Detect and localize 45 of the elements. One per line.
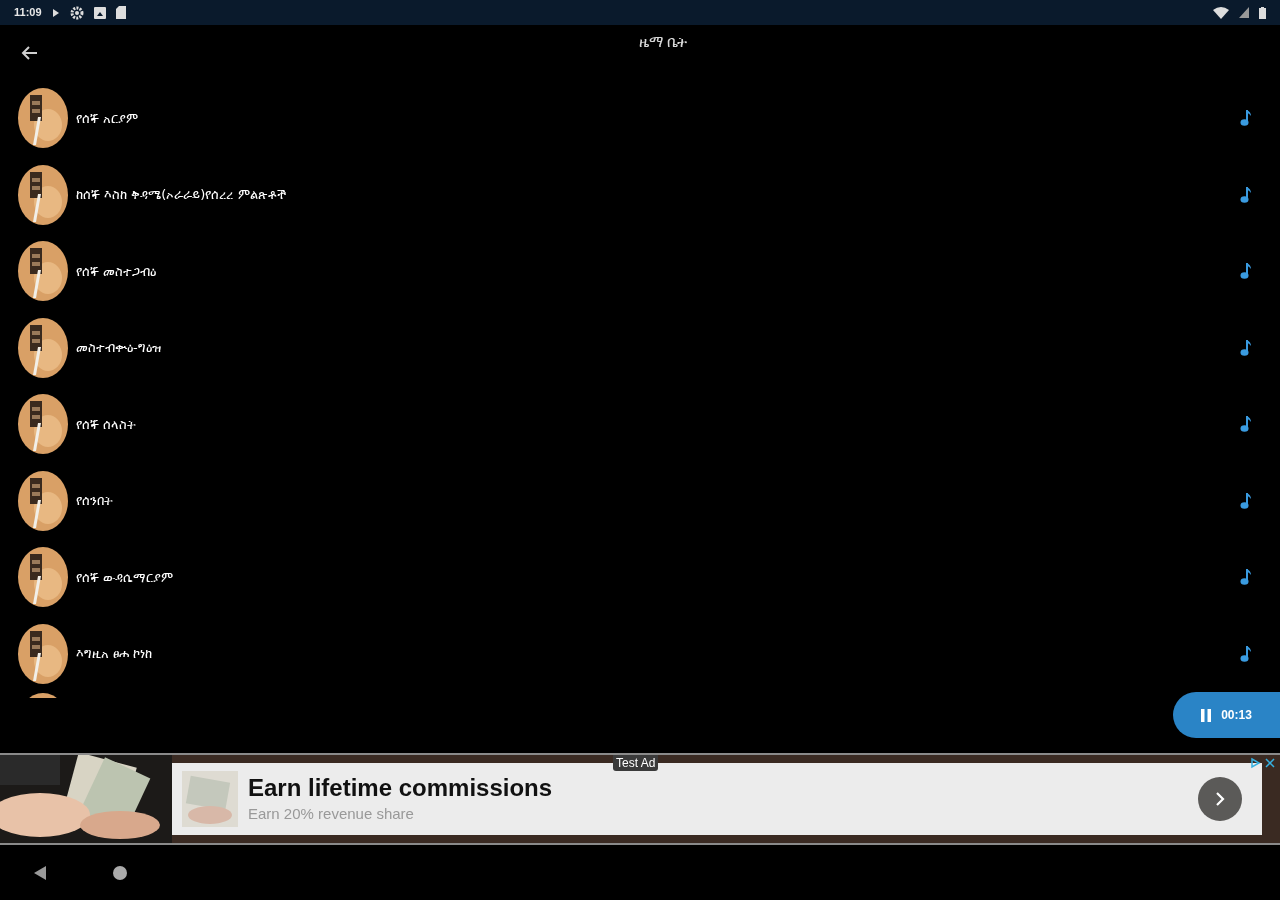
signal-icon	[1239, 7, 1249, 18]
nav-home-icon[interactable]	[112, 864, 128, 881]
page-title: ዜማ ቤት	[638, 32, 688, 53]
battery-icon	[1259, 6, 1266, 19]
song-title: የሰንበት	[76, 492, 113, 510]
ad-subtitle: Earn 20% revenue share	[248, 803, 415, 824]
song-row[interactable]: የሰኞ መስተጋብዕ	[0, 233, 1280, 310]
sd-card-icon	[115, 6, 126, 19]
music-note-icon	[1240, 338, 1252, 357]
song-row[interactable]: መስተብቍዕ-ግዕዝ	[0, 309, 1280, 386]
song-row[interactable]: የሰኞ አርያም	[0, 80, 1280, 157]
song-row[interactable]: ከሰኞ እስከ ቅዳሜ(ኦራራይ)የሰረረ ምልጽቶች	[0, 156, 1280, 233]
music-note-icon	[1240, 644, 1252, 663]
settings-icon	[69, 5, 84, 20]
song-title: የሰኞ መስተጋብዕ	[76, 262, 157, 281]
ad-banner[interactable]: Earn lifetime commissions Earn 20% revenue share Test Ad	[0, 753, 1280, 845]
play-icon	[51, 7, 60, 18]
song-title: የሰኞ ውዳሴማርያም	[76, 568, 174, 587]
music-note-icon	[1240, 568, 1252, 587]
chevron-right-icon	[1215, 791, 1225, 807]
song-title: እግዚአ ፀሐ ኮነከ	[76, 645, 153, 663]
music-note-icon	[1240, 109, 1252, 128]
image-icon	[93, 6, 106, 19]
song-title: የሰኞ ሰላስት	[76, 415, 137, 434]
ad-title: Earn lifetime commissions	[248, 772, 554, 803]
song-row[interactable]: የሰንበት	[0, 462, 1280, 539]
music-note-icon	[1240, 185, 1252, 204]
song-row[interactable]: የሰኞ ውዳሴማርያም	[0, 539, 1280, 616]
pause-button[interactable]: 00:13	[1173, 692, 1280, 738]
song-title: መስተብቍዕ-ግዕዝ	[76, 339, 161, 357]
back-arrow-icon	[20, 44, 38, 61]
ad-choices-icon	[1250, 757, 1276, 769]
pause-icon	[1201, 708, 1212, 722]
song-row[interactable]: የሰኞ ሰላስት	[0, 386, 1280, 463]
test-ad-label: Test Ad	[613, 755, 659, 771]
song-title: ከሰኞ እስከ ቅዳሜ(ኦራራይ)የሰረረ ምልጽቶች	[76, 186, 286, 204]
nav-back-icon[interactable]	[32, 864, 48, 881]
music-note-icon	[1240, 262, 1252, 281]
ad-next-button[interactable]	[1198, 777, 1242, 821]
song-row[interactable]: እግዚአ ፀሐ ኮነከ	[0, 615, 1280, 692]
status-time: 11:09	[14, 5, 42, 21]
music-note-icon	[1240, 415, 1252, 434]
song-title: የሰኞ አርያም	[76, 109, 139, 128]
music-note-icon	[1240, 491, 1252, 510]
wifi-icon	[1213, 6, 1229, 19]
